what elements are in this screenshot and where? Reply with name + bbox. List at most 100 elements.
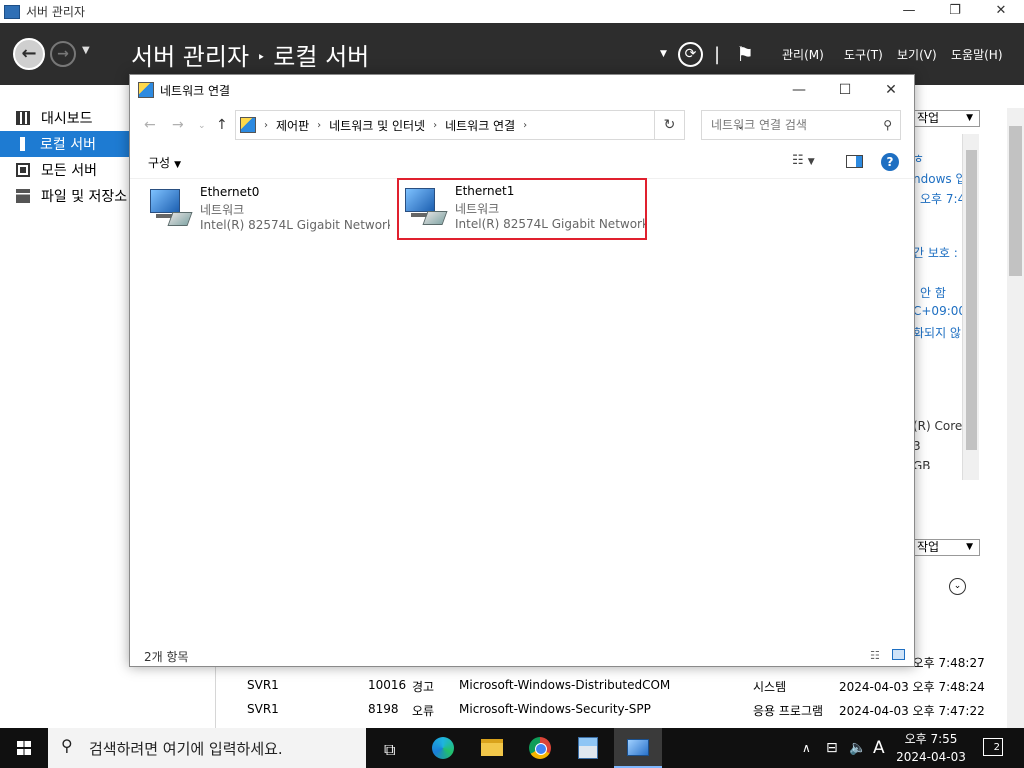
notification-count: 2 [993, 742, 1000, 753]
control-panel-icon [240, 117, 256, 133]
breadcrumb-root[interactable]: 서버 관리자 [131, 43, 249, 71]
properties-fragment[interactable]: 안 함 [920, 284, 946, 301]
taskbar-network-connections[interactable] [614, 728, 662, 768]
tasks-label: 작업 [917, 111, 940, 125]
search-icon: ⚲ [61, 736, 73, 755]
properties-fragment[interactable]: 간 보호 : [913, 244, 958, 261]
address-segment-network-internet[interactable]: 네트워크 및 인터넷 [329, 117, 425, 134]
breadcrumb-chevron-icon[interactable]: › [264, 120, 268, 131]
refresh-icon: ↻ [663, 117, 676, 133]
search-placeholder: 네트워크 연결 검색 [711, 118, 807, 132]
refresh-icon: ⟳ [678, 41, 703, 67]
breadcrumb-chevron-icon[interactable]: › [317, 120, 321, 131]
sidebar-item-label: 모든 서버 [41, 163, 97, 179]
preview-pane-icon[interactable] [846, 155, 863, 168]
properties-fragment[interactable]: 화되지 않 [913, 324, 961, 341]
start-button[interactable] [0, 728, 48, 768]
sidebar-item-label: 로컬 서버 [40, 137, 96, 153]
server-manager-window-title: 서버 관리자 [26, 5, 86, 19]
system-clock[interactable]: 오후 7:55 2024-04-03 [892, 730, 970, 766]
back-button[interactable]: ← [13, 38, 45, 70]
notification-center-icon[interactable]: 2 [983, 738, 1003, 756]
address-input[interactable]: › 제어판 › 네트워크 및 인터넷 › 네트워크 연결 › ⌄ [235, 110, 745, 140]
taskbar-search-box[interactable]: ⚲ 검색하려면 여기에 입력하세요. [48, 728, 366, 768]
address-bar-area: ← → ⌄ ↑ › 제어판 › 네트워크 및 인터넷 › 네트워크 연결 › ⌄… [130, 105, 914, 145]
table-row[interactable]: SVR1 10016 경고 Microsoft-Windows-Distribu… [242, 674, 985, 696]
taskbar-chrome[interactable] [516, 728, 564, 768]
network-connections-window: 네트워크 연결 — ☐ ✕ ← → ⌄ ↑ › 제어판 › 네트워크 및 인터넷… [129, 74, 915, 667]
tasks-dropdown-top[interactable]: 작업 ▼ [908, 110, 980, 127]
event-date: 2024-04-03 오후 7:47:22 [839, 704, 985, 718]
history-dropdown-icon[interactable]: ▼ [82, 45, 90, 56]
refresh-button[interactable]: ↻ [655, 110, 685, 140]
properties-fragment: (R) Core( [913, 419, 967, 433]
network-tray-icon[interactable]: ⊟ [826, 728, 838, 768]
search-input[interactable]: 네트워크 연결 검색 ⚲ [701, 110, 901, 140]
breadcrumb: 서버 관리자 ‣ 로컬 서버 [131, 37, 369, 72]
restore-button[interactable]: ❐ [932, 0, 978, 23]
event-log: 시스템 [753, 680, 787, 694]
help-icon[interactable]: ? [881, 153, 899, 171]
event-server: SVR1 [247, 702, 279, 716]
show-hidden-icons-chevron-icon[interactable]: ∧ [802, 728, 811, 768]
adapter-device: Intel(R) 82574L Gigabit Network ... [200, 218, 390, 232]
menu-help[interactable]: 도움말(H) [951, 23, 1003, 85]
organize-label: 구성 [148, 156, 171, 170]
organize-button[interactable]: 구성 ▼ [148, 154, 181, 171]
table-row[interactable]: SVR1 8198 오류 Microsoft-Windows-Security-… [242, 698, 985, 720]
nc-maximize-button[interactable]: ☐ [822, 75, 868, 98]
scrollbar-thumb[interactable] [966, 150, 977, 450]
main-scrollbar[interactable] [1007, 108, 1024, 728]
details-view-icon[interactable]: ☷ [870, 649, 880, 662]
task-view-button[interactable]: ⧉ [368, 728, 416, 768]
breadcrumb-current: 로컬 서버 [273, 43, 370, 71]
minimize-button[interactable]: — [886, 0, 932, 23]
tiles-view-icon[interactable] [892, 649, 905, 660]
network-connections-icon [138, 82, 154, 98]
taskbar-edge[interactable] [418, 728, 466, 768]
address-segment-network-connections[interactable]: 네트워크 연결 [445, 117, 515, 134]
network-adapter-ethernet1[interactable]: Ethernet1 네트워크 Intel(R) 82574L Gigabit N… [397, 178, 647, 240]
expand-chevron-icon[interactable]: ⌄ [949, 578, 966, 595]
clock-time: 오후 7:55 [904, 732, 958, 746]
up-arrow-icon[interactable]: ↑ [216, 117, 228, 133]
status-bar: 2개 항목 ☷ [130, 645, 914, 667]
taskbar: ⚲ 검색하려면 여기에 입력하세요. ⧉ ∧ ⊟ 🔈 A 오후 7:55 202… [0, 728, 1024, 768]
recent-locations-icon[interactable]: ⌄ [198, 121, 206, 131]
search-icon[interactable]: ⚲ [883, 111, 892, 139]
close-button[interactable]: ✕ [978, 0, 1024, 23]
event-date: 2024-04-03 오후 7:48:24 [839, 680, 985, 694]
sidebar-item-label: 대시보드 [41, 111, 93, 127]
taskbar-server-manager[interactable] [564, 728, 612, 768]
nc-minimize-button[interactable]: — [776, 75, 822, 98]
ime-indicator[interactable]: A [873, 728, 885, 768]
network-connections-title: 네트워크 연결 [160, 83, 231, 98]
breadcrumb-chevron-icon[interactable]: › [523, 120, 527, 131]
change-view-button[interactable]: ☷ ▼ [792, 153, 815, 168]
task-view-icon: ⧉ [384, 740, 396, 759]
forward-button[interactable]: → [50, 41, 76, 67]
properties-fragment[interactable]: 오후 7:4 [920, 190, 965, 207]
scrollbar-thumb[interactable] [1009, 126, 1022, 276]
back-arrow-icon: ← [21, 43, 37, 64]
volume-muted-icon[interactable]: 🔈 [849, 728, 866, 768]
all-servers-icon [16, 163, 30, 177]
nc-window-controls: — ☐ ✕ [776, 75, 914, 98]
nc-close-button[interactable]: ✕ [868, 75, 914, 98]
event-source: Microsoft-Windows-Security-SPP [459, 702, 651, 716]
taskbar-file-explorer[interactable] [468, 728, 516, 768]
clock-date: 2024-04-03 [896, 750, 966, 764]
chevron-down-icon: ▼ [807, 157, 815, 167]
properties-scrollbar[interactable] [962, 134, 979, 480]
network-adapter-ethernet0[interactable]: Ethernet0 네트워크 Intel(R) 82574L Gigabit N… [144, 181, 394, 243]
back-arrow-icon[interactable]: ← [144, 117, 156, 133]
network-connections-icon [627, 739, 649, 756]
network-adapter-icon [148, 187, 193, 227]
tasks-dropdown-events[interactable]: 작업 ▼ [908, 539, 980, 556]
chrome-icon [529, 737, 551, 759]
server-manager-window-controls: — ❐ ✕ [886, 0, 1024, 23]
breadcrumb-chevron-icon[interactable]: › [433, 120, 437, 131]
taskbar-search-placeholder: 검색하려면 여기에 입력하세요. [89, 740, 283, 758]
forward-arrow-icon[interactable]: → [172, 117, 184, 133]
address-segment-control-panel[interactable]: 제어판 [276, 117, 309, 134]
